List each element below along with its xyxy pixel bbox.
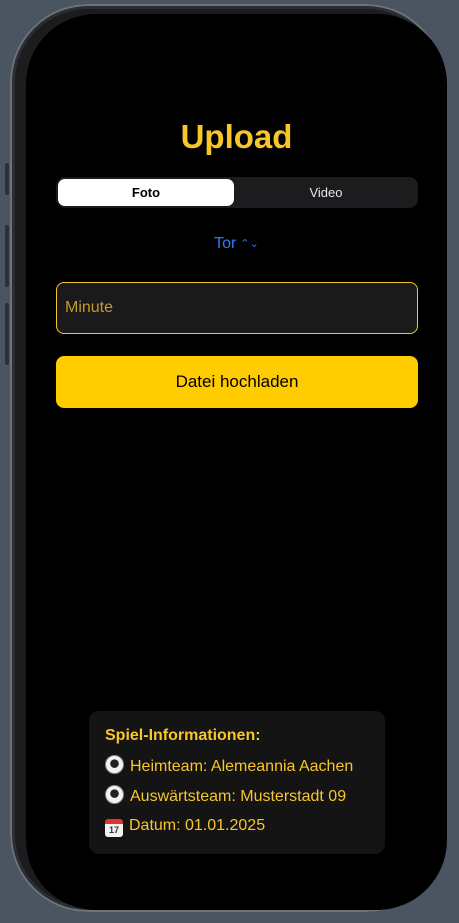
away-team-row: Auswärtsteam: Musterstadt 09 [105, 785, 369, 815]
match-info-heading: Spiel-Informationen: [105, 727, 261, 744]
segment-video[interactable]: Video [236, 179, 416, 206]
volume-down-button [5, 303, 9, 365]
date-text: Datum: 01.01.2025 [129, 817, 266, 834]
event-type-picker[interactable]: Tor ⌃⌄ [26, 235, 447, 253]
segment-foto[interactable]: Foto [58, 179, 234, 206]
picker-value: Tor [214, 235, 237, 252]
soccer-ball-icon [105, 785, 124, 804]
upload-file-button[interactable]: Datei hochladen [56, 356, 418, 408]
date-row: 17 Datum: 01.01.2025 [105, 815, 369, 845]
chevron-up-down-icon: ⌃⌄ [240, 238, 259, 250]
app-screen: Upload Foto Video Tor⌃⌄ Datei hochladen … [26, 14, 447, 910]
minute-input[interactable] [56, 282, 418, 334]
home-team-row: Heimteam: Alemeannia Aachen [105, 755, 369, 785]
action-button [5, 163, 9, 195]
phone-frame: Upload Foto Video Tor⌃⌄ Datei hochladen … [10, 4, 447, 912]
away-team-text: Auswärtsteam: Musterstadt 09 [130, 788, 347, 805]
match-info-card: Spiel-Informationen: Heimteam: Alemeanni… [89, 711, 385, 854]
home-team-text: Heimteam: Alemeannia Aachen [130, 758, 354, 775]
soccer-ball-icon [105, 755, 124, 774]
calendar-icon: 17 [105, 819, 123, 837]
media-type-segmented-control: Foto Video [56, 177, 418, 208]
page-title: Upload [180, 118, 293, 155]
volume-up-button [5, 225, 9, 287]
